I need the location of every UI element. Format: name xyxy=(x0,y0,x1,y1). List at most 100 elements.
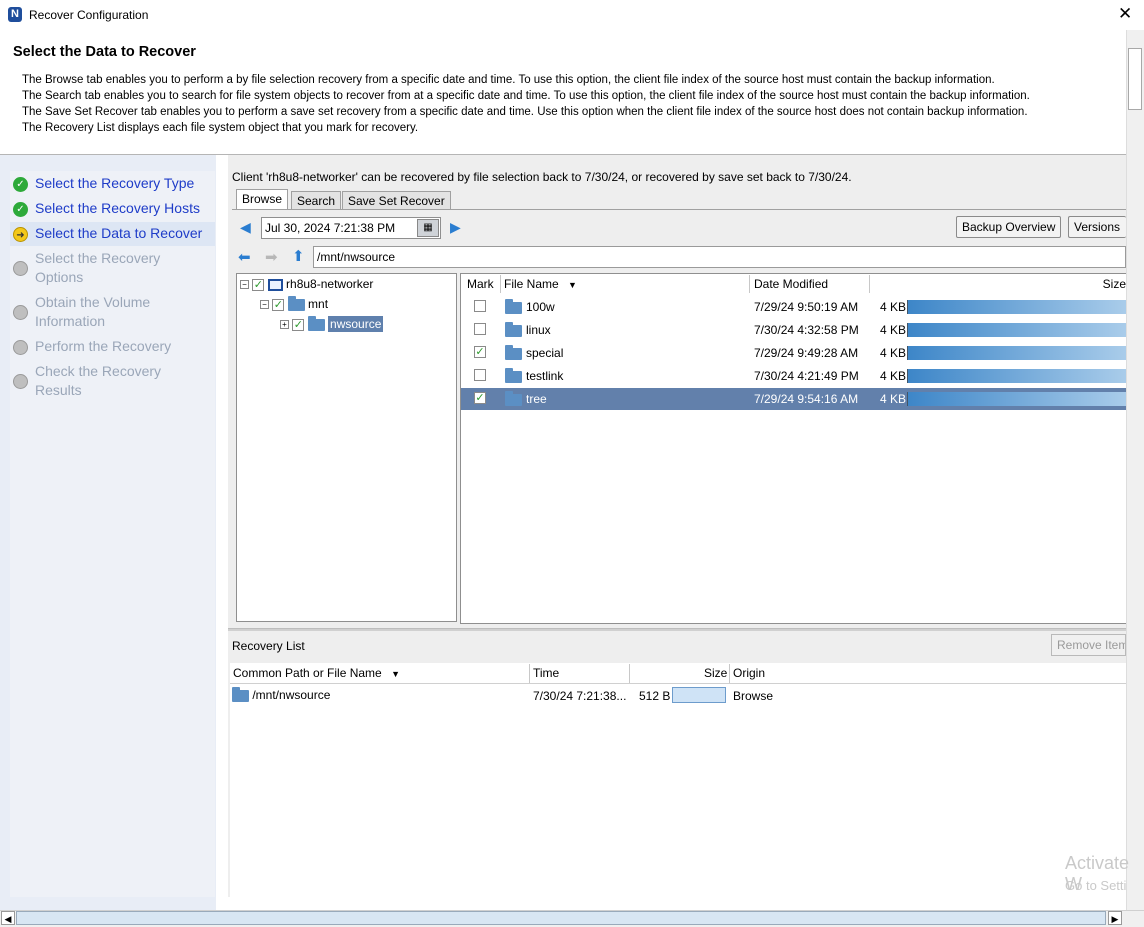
file-name: special xyxy=(526,346,564,360)
close-icon[interactable]: ✕ xyxy=(1118,4,1132,24)
file-row[interactable]: ✓ special 7/29/24 9:49:28 AM 4 KB xyxy=(461,342,1126,364)
back-arrow-icon[interactable]: ⬅ xyxy=(238,248,251,266)
browse-date-field[interactable]: Jul 30, 2024 7:21:38 PM xyxy=(261,217,441,239)
mark-checkbox[interactable] xyxy=(474,300,486,312)
step-select-recovery-hosts[interactable]: ✓ Select the Recovery Hosts xyxy=(10,199,215,218)
column-size[interactable]: Size xyxy=(704,666,727,680)
recovery-list-row[interactable]: /mnt/nwsource xyxy=(232,686,331,702)
tab-search[interactable]: Search xyxy=(291,191,342,210)
file-size: 4 KB xyxy=(880,392,907,406)
file-size: 4 KB xyxy=(880,323,907,337)
step-label: Perform the Recovery xyxy=(35,338,172,354)
step-obtain-volume-info[interactable]: Obtain the Volume Information xyxy=(10,293,200,331)
vertical-scrollbar[interactable] xyxy=(1126,30,1144,912)
page-title: Select the Data to Recover xyxy=(13,44,196,60)
collapse-icon[interactable]: − xyxy=(260,300,269,310)
remove-item-button[interactable]: Remove Item xyxy=(1051,634,1126,656)
scroll-right-icon[interactable]: ▶ xyxy=(1108,911,1122,925)
calendar-icon[interactable]: ▦ xyxy=(417,219,439,237)
tree-node-mnt[interactable]: − ✓ mnt xyxy=(260,295,328,315)
step-select-recovery-options[interactable]: Select the Recovery Options xyxy=(10,249,200,287)
column-date-modified[interactable]: Date Modified xyxy=(750,275,870,293)
column-divider xyxy=(729,664,730,683)
tab-save-set-recover[interactable]: Save Set Recover xyxy=(342,191,451,210)
sort-down-icon: ▼ xyxy=(568,280,577,290)
step-check-recovery-results[interactable]: Check the Recovery Results xyxy=(10,362,190,400)
file-row[interactable]: testlink 7/30/24 4:21:49 PM 4 KB xyxy=(461,365,1126,387)
column-mark[interactable]: Mark xyxy=(463,275,501,293)
size-bar xyxy=(672,687,726,703)
mark-checkbox[interactable] xyxy=(474,369,486,381)
forward-arrow-icon[interactable]: ➡ xyxy=(265,248,278,266)
file-date: 7/30/24 4:21:49 PM xyxy=(754,369,859,383)
path-field[interactable]: /mnt/nwsource xyxy=(313,246,1126,268)
step-select-recovery-type[interactable]: ✓ Select the Recovery Type xyxy=(10,174,215,193)
folder-icon xyxy=(505,345,522,360)
tree-node-nwsource[interactable]: + ✓ nwsource xyxy=(280,315,384,335)
mark-checkbox[interactable]: ✓ xyxy=(474,346,486,358)
description-line: The Recovery List displays each file sys… xyxy=(22,122,419,134)
folder-icon xyxy=(505,368,522,383)
tab-browse[interactable]: Browse xyxy=(236,189,289,210)
expand-icon[interactable]: + xyxy=(280,320,289,330)
column-origin[interactable]: Origin xyxy=(733,666,765,680)
step-label: Check the Recovery Results xyxy=(35,363,162,398)
file-name: tree xyxy=(526,392,547,406)
step-select-data[interactable]: ➜ Select the Data to Recover xyxy=(10,222,215,246)
file-date: 7/29/24 9:50:19 AM xyxy=(754,300,859,314)
file-row[interactable]: 100w 7/29/24 9:50:19 AM 4 KB xyxy=(461,296,1126,318)
next-date-icon[interactable]: ▶ xyxy=(450,219,461,236)
backup-overview-button[interactable]: Backup Overview xyxy=(956,216,1062,238)
pending-circle-icon xyxy=(13,374,28,389)
size-bar xyxy=(907,300,1126,314)
tree-checkbox[interactable]: ✓ xyxy=(272,298,285,311)
tree-node-client[interactable]: − ✓ rh8u8-networker xyxy=(240,277,373,295)
title-bar xyxy=(0,0,1144,30)
column-divider xyxy=(629,664,630,683)
previous-date-icon[interactable]: ◀ xyxy=(240,219,251,236)
step-label: Select the Recovery Type xyxy=(35,175,195,191)
tree-checkbox[interactable]: ✓ xyxy=(252,278,265,291)
recovery-origin: Browse xyxy=(733,689,774,703)
column-size[interactable]: Size xyxy=(870,275,1126,293)
tree-checkbox[interactable]: ✓ xyxy=(292,318,305,331)
step-label: Obtain the Volume Information xyxy=(35,294,151,329)
mark-checkbox[interactable]: ✓ xyxy=(474,392,486,404)
file-size: 4 KB xyxy=(880,346,907,360)
arrow-circle-icon: ➜ xyxy=(13,227,28,242)
scrollbar-thumb[interactable] xyxy=(16,911,1106,925)
up-arrow-icon[interactable]: ⬆ xyxy=(292,247,305,265)
tree-node-label: rh8u8-networker xyxy=(286,277,374,291)
networker-logo-icon: N xyxy=(8,7,22,22)
collapse-icon[interactable]: − xyxy=(240,280,249,290)
file-row[interactable]: ✓ tree 7/29/24 9:54:16 AM 4 KB xyxy=(461,388,1126,410)
description-line: The Browse tab enables you to perform a … xyxy=(22,74,995,86)
file-date: 7/29/24 9:49:28 AM xyxy=(754,346,859,360)
recovery-time: 7/30/24 7:21:38... xyxy=(533,689,627,703)
sort-down-icon: ▼ xyxy=(391,669,400,679)
size-bar xyxy=(907,323,1126,337)
scroll-left-icon[interactable]: ◀ xyxy=(1,911,15,925)
size-bar xyxy=(907,346,1126,360)
step-label: Select the Recovery Hosts xyxy=(35,200,200,216)
column-label: Common Path or File Name xyxy=(233,666,382,680)
recovery-path: /mnt/nwsource xyxy=(252,688,331,702)
scrollbar-thumb[interactable] xyxy=(1128,48,1142,110)
folder-icon xyxy=(307,315,325,331)
column-common-path[interactable]: Common Path or File Name ▼ xyxy=(233,666,400,680)
file-size: 4 KB xyxy=(880,300,907,314)
folder-icon xyxy=(287,295,305,311)
column-file-name[interactable]: File Name ▼ xyxy=(500,275,750,293)
panel-splitter[interactable] xyxy=(228,628,1126,631)
recovery-list-label: Recovery List xyxy=(232,639,305,653)
column-time[interactable]: Time xyxy=(533,666,559,680)
versions-button[interactable]: Versions xyxy=(1068,216,1126,238)
pending-circle-icon xyxy=(13,305,28,320)
step-perform-recovery[interactable]: Perform the Recovery xyxy=(10,337,215,356)
folder-icon xyxy=(505,299,522,314)
mark-checkbox[interactable] xyxy=(474,323,486,335)
folder-icon xyxy=(232,686,249,702)
file-row[interactable]: linux 7/30/24 4:32:58 PM 4 KB xyxy=(461,319,1126,341)
pending-circle-icon xyxy=(13,340,28,355)
check-circle-icon: ✓ xyxy=(13,177,28,192)
